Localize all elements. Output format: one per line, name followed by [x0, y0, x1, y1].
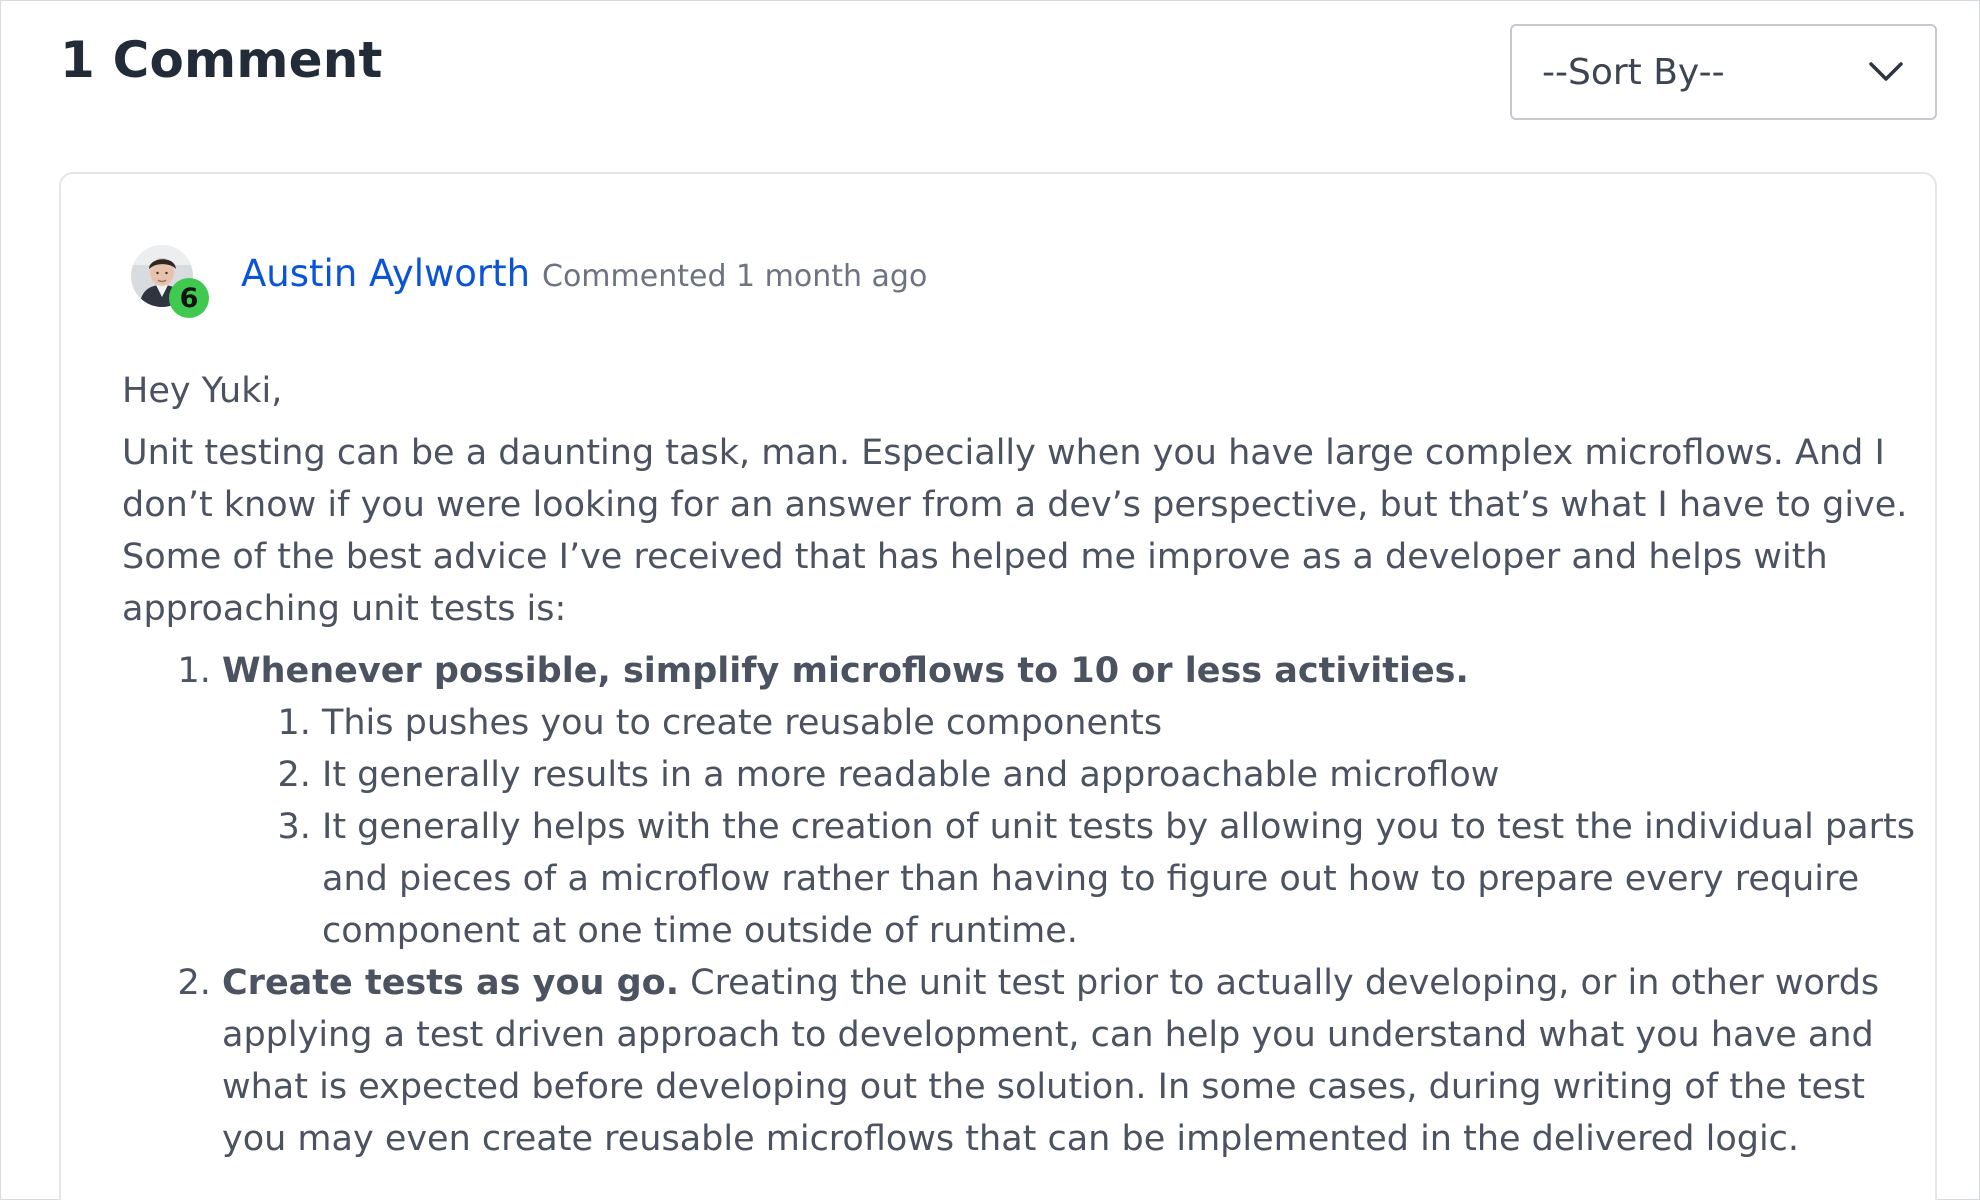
- comment-timestamp: Commented 1 month ago: [542, 259, 928, 294]
- advice-subpoints-list: This pushes you to create reusable compo…: [222, 697, 1917, 957]
- comment-body: Hey Yuki, Unit testing can be a daunting…: [122, 365, 1917, 1165]
- advice-item: Create tests as you go. Creating the uni…: [222, 957, 1917, 1165]
- comment-intro: Unit testing can be a daunting task, man…: [122, 433, 1908, 629]
- author-avatar-wrapper[interactable]: 6: [131, 245, 213, 327]
- advice-subpoint: This pushes you to create reusable compo…: [322, 697, 1917, 749]
- advice-item-heading: Whenever possible, simplify microflows t…: [222, 651, 1469, 691]
- sort-by-dropdown[interactable]: --Sort By--: [1510, 24, 1937, 120]
- reputation-badge: 6: [169, 278, 209, 318]
- advice-subpoint: It generally helps with the creation of …: [322, 801, 1917, 957]
- comment-card: 6 Austin Aylworth Commented 1 month ago …: [59, 172, 1937, 1200]
- comment-author-link[interactable]: Austin Aylworth: [241, 252, 530, 296]
- advice-item: Whenever possible, simplify microflows t…: [222, 645, 1917, 957]
- advice-subpoint: It generally results in a more readable …: [322, 749, 1917, 801]
- sort-by-selected-value: --Sort By--: [1542, 51, 1725, 93]
- comments-count-title: 1 Comment: [60, 31, 383, 89]
- chevron-down-icon: [1869, 62, 1903, 81]
- comment-greeting: Hey Yuki,: [122, 371, 283, 411]
- advice-item-heading: Create tests as you go.: [222, 963, 679, 1003]
- advice-list: Whenever possible, simplify microflows t…: [122, 645, 1917, 1165]
- comments-section: 1 Comment --Sort By-- 6 Austin Aylworth …: [0, 0, 1980, 1200]
